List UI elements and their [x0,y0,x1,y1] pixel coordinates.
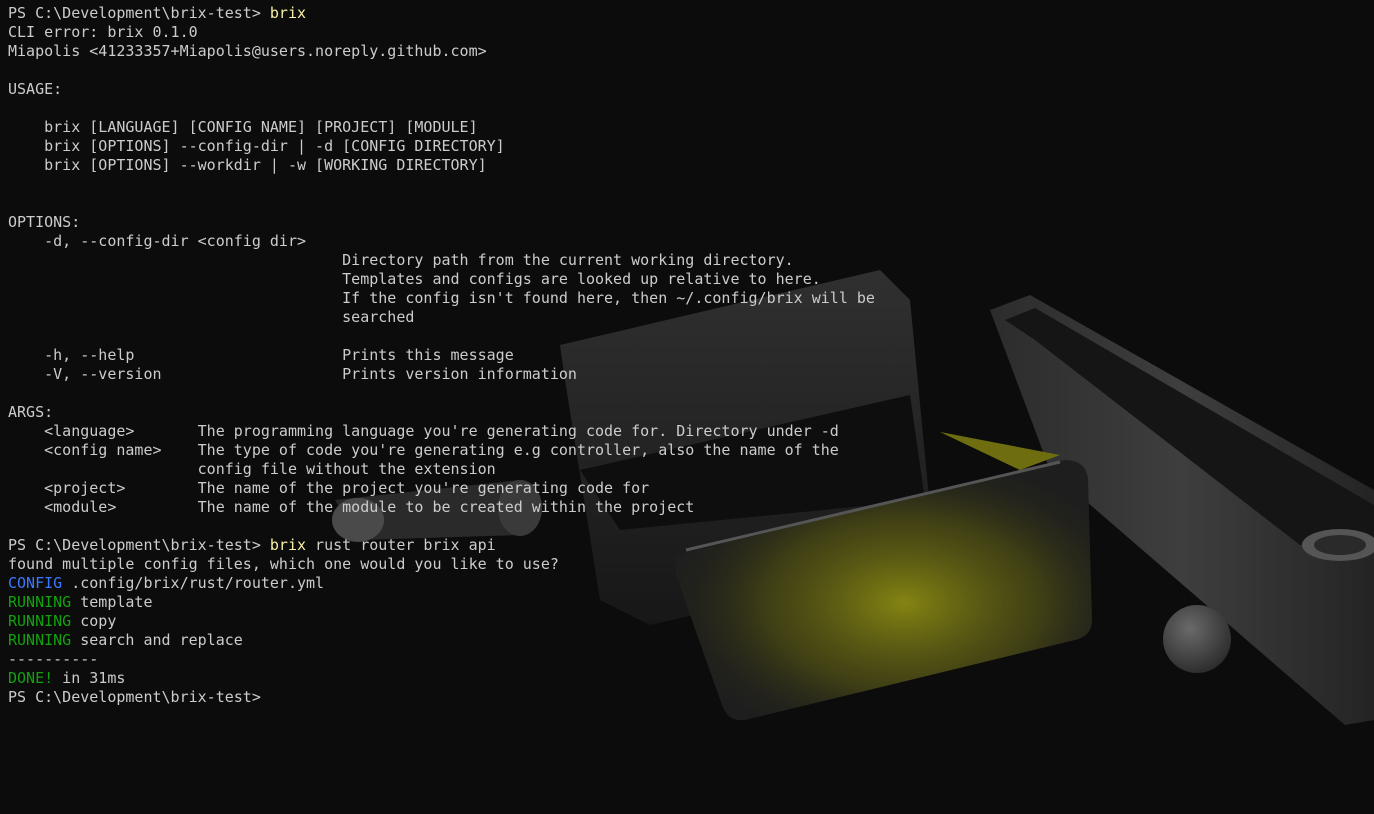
option-description: Directory path from the current working … [8,251,794,269]
prompt: PS C:\Development\brix-test> [8,688,270,706]
done-tag: DONE! [8,669,54,687]
command-brix: brix [269,536,307,554]
terminal-window[interactable]: PS C:\Development\brix-test> brix CLI er… [0,0,1374,814]
separator-line: ---------- [8,650,99,668]
running-step: template [71,593,153,611]
running-line: RUNNING copy [8,612,875,631]
terminal-output[interactable]: PS C:\Development\brix-test> brix CLI er… [8,4,875,707]
option-description: If the config isn't found here, then ~/.… [8,289,875,307]
option-version: -V, --version Prints version information [8,365,577,383]
usage-header: USAGE: [8,80,63,98]
option-description: Templates and configs are looked up rela… [8,270,821,288]
running-tag: RUNNING [8,593,72,611]
prompt-line: PS C:\Development\brix-test> brix rust r… [8,536,875,555]
prompt: PS C:\Development\brix-test> [8,536,270,554]
config-path: .config/brix/rust/router.yml [62,574,325,592]
done-time: in 31ms [53,669,126,687]
done-line: DONE! in 31ms [8,669,875,688]
option-config-dir: -d, --config-dir <config dir> [8,232,307,250]
running-step: search and replace [71,631,243,649]
prompt-line[interactable]: PS C:\Development\brix-test> [8,688,875,707]
option-help: -h, --help Prints this message [8,346,514,364]
option-description: searched [8,308,415,326]
running-line: RUNNING search and replace [8,631,875,650]
arg-config-name: <config name> The type of code you're ge… [8,441,839,459]
usage-line: brix [OPTIONS] --config-dir | -d [CONFIG… [8,137,505,155]
arg-project: <project> The name of the project you're… [8,479,650,497]
options-header: OPTIONS: [8,213,81,231]
args-header: ARGS: [8,403,54,421]
running-step: copy [71,612,117,630]
running-tag: RUNNING [8,612,72,630]
command-brix: brix [269,4,307,22]
command-args: rust router brix api [306,536,496,554]
error-version-line: CLI error: brix 0.1.0 [8,23,198,41]
prompt: PS C:\Development\brix-test> [8,4,270,22]
found-multiple-line: found multiple config files, which one w… [8,555,559,573]
running-line: RUNNING template [8,593,875,612]
arg-language: <language> The programming language you'… [8,422,839,440]
usage-line: brix [LANGUAGE] [CONFIG NAME] [PROJECT] … [8,118,478,136]
config-line: CONFIG .config/brix/rust/router.yml [8,574,875,593]
usage-line: brix [OPTIONS] --workdir | -w [WORKING D… [8,156,487,174]
running-tag: RUNNING [8,631,72,649]
author-line: Miapolis <41233357+Miapolis@users.norepl… [8,42,487,60]
gray-sphere-shape [1163,605,1231,673]
arg-module: <module> The name of the module to be cr… [8,498,695,516]
prompt-line: PS C:\Development\brix-test> brix [8,4,875,23]
arg-config-name-cont: config file without the extension [8,460,496,478]
config-tag: CONFIG [8,574,63,592]
